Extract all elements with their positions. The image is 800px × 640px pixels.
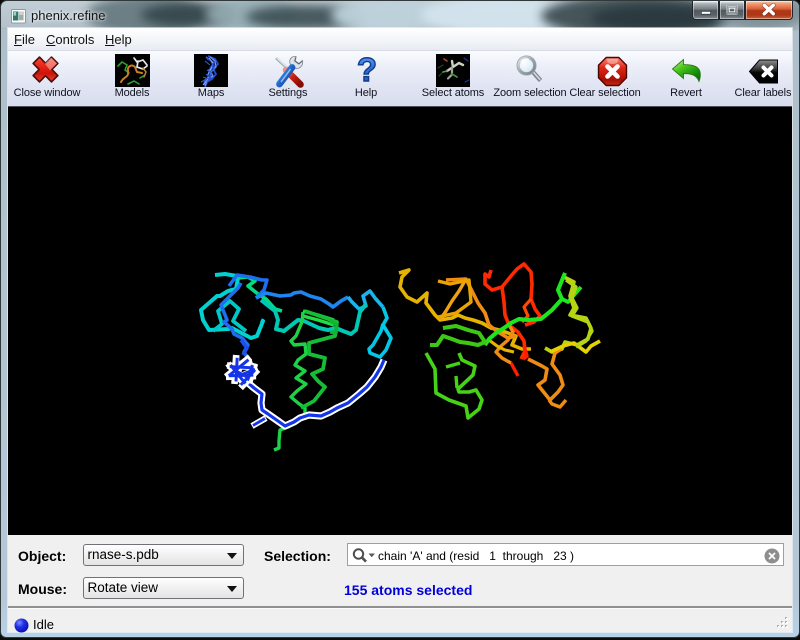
svg-text:?: ?: [357, 54, 377, 86]
